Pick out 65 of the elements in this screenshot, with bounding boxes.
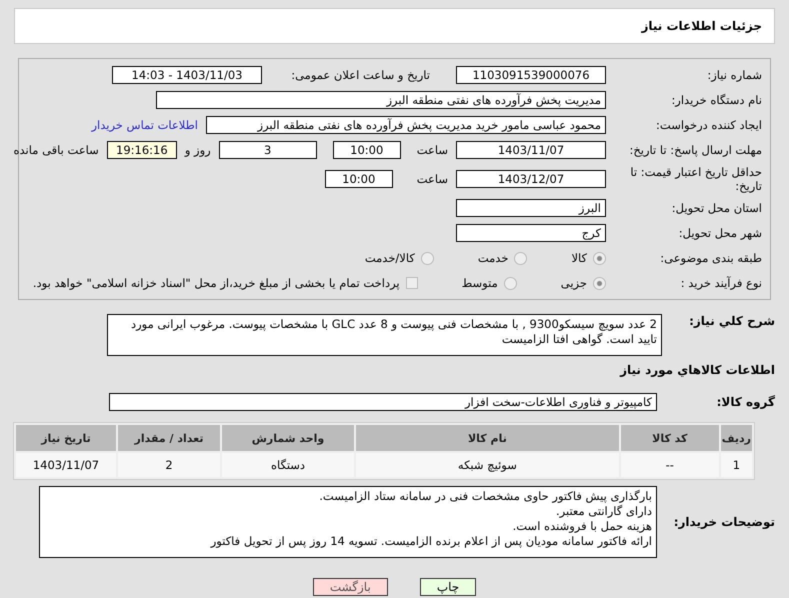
field-label: ایجاد کننده درخواست: xyxy=(655,118,762,132)
radio-button[interactable] xyxy=(593,276,606,290)
table-cell: 1403/11/07 xyxy=(16,453,116,477)
field-label: شماره نیاز: xyxy=(706,68,762,82)
column-header: ردیف xyxy=(720,425,752,451)
text-field[interactable]: 10:00 xyxy=(332,141,401,159)
section-heading: اطلاعات کالاهاي مورد نياز xyxy=(618,363,775,377)
text-field[interactable]: 3 xyxy=(218,141,317,159)
text-field[interactable]: 1103091539000076 xyxy=(456,66,606,84)
buyer-notes-box[interactable]: بارگذاری پیش فاکتور حاوی مشخصات فنی در سامانه ستاد الزامیست. دارای گارانتی معتبر. هزینه حمل با فروشنده است. ارائه فاکتور سامانه مودیان پس از اعلام برنده الزامیست. تسویه 14 روز پس از تحویل فاکتور xyxy=(39,486,657,558)
note-line: بارگذاری پیش فاکتور حاوی مشخصات فنی در سامانه ستاد الزامیست. xyxy=(318,489,652,504)
text-field[interactable]: 19:16:16 xyxy=(106,141,177,159)
text-field[interactable]: 1403/11/03 - 14:03 xyxy=(112,66,262,84)
column-header: کد کالا xyxy=(620,425,719,451)
goods-group-field[interactable]: کامپیوتر و فناوری اطلاعات-سخت افزار xyxy=(109,393,657,411)
table-cell: سوئیچ شبکه xyxy=(356,453,619,477)
field-label: شرح کلي نياز: xyxy=(688,314,775,328)
time-label: ساعت xyxy=(416,143,448,157)
remaining-label: ساعت باقی مانده xyxy=(14,143,99,157)
note-line: دارای گارانتی معتبر. xyxy=(554,504,652,519)
radio-button[interactable] xyxy=(420,252,434,264)
column-header: نام کالا xyxy=(356,425,619,451)
field-label: استان محل تحویل: xyxy=(670,201,762,215)
days-label: روز و xyxy=(184,143,211,157)
column-header: تعداد / مقدار xyxy=(118,425,220,451)
field-label: طبقه بندی موضوعی: xyxy=(659,251,762,265)
table-cell: -- xyxy=(620,453,719,477)
field-label: مهلت ارسال پاسخ: تا تاریخ: xyxy=(628,143,762,157)
column-header: تاریخ نیاز xyxy=(16,425,116,451)
field-label: شهر محل تحویل: xyxy=(678,226,762,240)
field-label: نوع فرآیند خرید : xyxy=(680,276,762,290)
radio-label: کالا/خدمت xyxy=(364,251,415,265)
table-cell: 2 xyxy=(118,453,220,477)
description-box[interactable]: 2 عدد سویچ سیسکو9300 , با مشخصات فنی پیوست و 8 عدد GLC با مشخصات پیوست. مرغوب ایرانی مورد تایید است. گواهی افتا الزامیست xyxy=(107,314,662,356)
text-field[interactable]: مدیریت پخش فرآورده های نفتی منطقه البرز xyxy=(156,91,606,109)
table-cell: دستگاه xyxy=(222,453,354,477)
text-field[interactable]: محمود عباسی مامور خرید مدیریت پخش فرآورده های نفتی منطقه البرز xyxy=(206,116,606,134)
radio-label: خدمت xyxy=(478,251,508,265)
radio-button[interactable] xyxy=(504,276,517,290)
text-field[interactable]: 10:00 xyxy=(324,170,393,188)
radio-button[interactable] xyxy=(593,252,606,264)
column-header: واحد شمارش xyxy=(222,425,354,451)
time-label: ساعت xyxy=(416,172,448,186)
radio-button[interactable] xyxy=(514,252,528,264)
field-label: نام دستگاه خریدار: xyxy=(670,93,762,107)
field-label: حداقل تاریخ اعتبار قیمت: تا تاریخ: xyxy=(629,165,762,193)
radio-label: متوسط xyxy=(462,276,498,290)
note-line: هزینه حمل با فروشنده است. xyxy=(512,519,652,534)
field-label: توضیحات خریدار: xyxy=(672,515,775,529)
buyer-contact-link[interactable]: اطلاعات تماس خریدار xyxy=(91,118,198,132)
page-title: جزئیات اطلاعات نیاز xyxy=(641,19,762,33)
checkbox[interactable] xyxy=(406,277,418,289)
radio-label: جزیی xyxy=(560,276,587,290)
text-field[interactable]: 1403/11/07 xyxy=(456,141,606,159)
field-label: تاریخ و ساعت اعلان عمومی: xyxy=(290,68,430,82)
text-field[interactable]: کرج xyxy=(456,224,606,242)
radio-label: کالا xyxy=(571,251,587,265)
text-field[interactable]: 1403/12/07 xyxy=(456,170,606,188)
text-field[interactable]: البرز xyxy=(456,199,606,217)
field-label: گروه کالا: xyxy=(716,395,775,409)
note-line: ارائه فاکتور سامانه مودیان پس از اعلام برنده الزامیست. تسویه 14 روز پس از تحویل فاکتور xyxy=(209,534,652,549)
back-button[interactable]: بازگشت xyxy=(312,578,388,596)
checkbox-label: پرداخت تمام یا بخشی از مبلغ خرید،از محل "اسناد خزانه اسلامی" خواهد بود. xyxy=(32,276,400,290)
print-button[interactable]: چاپ xyxy=(420,578,476,596)
table-cell: 1 xyxy=(720,453,752,477)
